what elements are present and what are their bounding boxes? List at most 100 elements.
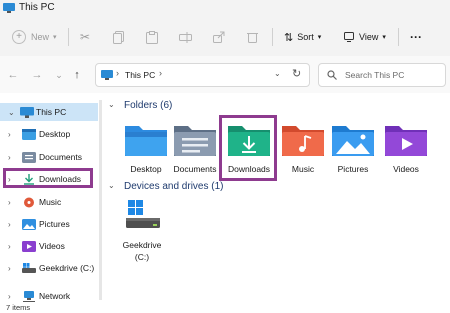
cut-button[interactable]: ✂ (80, 28, 90, 46)
breadcrumb-separator-icon: › (116, 68, 119, 78)
documents-icon (22, 151, 36, 163)
navigation-pane: ⌄ This PC › Desktop › Documents › Downlo… (0, 93, 103, 303)
folder-videos[interactable]: Videos (383, 122, 429, 182)
paste-icon (146, 30, 158, 44)
view-icon (344, 32, 354, 42)
sidebar-item-label: Geekdrive (C:) (39, 263, 95, 273)
chevron-down-icon: ⌄ (55, 69, 63, 80)
search-placeholder: Search This PC (345, 70, 405, 80)
sort-label: Sort (297, 32, 314, 42)
chevron-right-icon[interactable]: › (8, 292, 11, 301)
sidebar-scrollbar[interactable] (99, 100, 102, 300)
sidebar-item-downloads[interactable]: › Downloads (0, 170, 98, 188)
arrow-right-icon: → (31, 69, 43, 81)
divider (398, 28, 399, 46)
new-button[interactable]: + New ▾ (12, 28, 57, 46)
window-title: This PC (19, 2, 55, 13)
sort-button[interactable]: ⇅ Sort ▾ (284, 28, 321, 46)
trash-icon (247, 33, 258, 43)
address-bar[interactable]: › This PC › ⌄ ↻ (95, 63, 310, 87)
chevron-right-icon[interactable]: › (8, 153, 11, 162)
chevron-down-icon[interactable]: ⌄ (108, 181, 115, 190)
chevron-right-icon[interactable]: › (8, 264, 11, 273)
drive-geekdrive[interactable]: Geekdrive (C:) (122, 196, 166, 262)
sidebar-item-videos[interactable]: › Videos (0, 237, 98, 255)
up-button[interactable]: ↑ (70, 68, 84, 82)
chevron-down-icon[interactable]: ⌄ (8, 108, 15, 117)
folders-section-header[interactable]: Folders (6) (124, 100, 172, 111)
search-box[interactable]: Search This PC (318, 63, 446, 87)
items-count: 7 items (6, 303, 31, 312)
sidebar-item-this-pc[interactable]: ⌄ This PC (0, 103, 98, 121)
view-label: View (359, 32, 379, 42)
view-button[interactable]: View ▾ (344, 28, 386, 46)
title-bar: This PC (0, 0, 450, 18)
arrow-up-icon: ↑ (74, 69, 80, 81)
share-button[interactable] (213, 28, 225, 46)
monitor-icon (3, 3, 15, 13)
sidebar-item-geekdrive[interactable]: › Geekdrive (C:) (0, 259, 98, 277)
divider (68, 28, 69, 46)
music-icon (24, 197, 34, 207)
folder-label: Videos (393, 164, 419, 174)
paste-button[interactable] (146, 28, 158, 46)
folder-downloads[interactable]: Downloads (226, 122, 272, 182)
chevron-right-icon[interactable]: › (8, 198, 11, 207)
share-icon (213, 31, 225, 43)
status-bar: 7 items (0, 303, 450, 313)
more-options-button[interactable]: ··· (410, 28, 422, 46)
folder-documents[interactable]: Documents (172, 122, 218, 182)
music-folder-icon (282, 126, 324, 156)
divider (272, 28, 273, 46)
sidebar-item-music[interactable]: › Music (0, 193, 98, 211)
sidebar-item-label: This PC (36, 107, 67, 117)
pictures-folder-icon (332, 126, 374, 156)
delete-button[interactable] (247, 28, 258, 46)
copy-button[interactable] (113, 28, 124, 46)
drive-icon (126, 200, 160, 228)
chevron-right-icon[interactable]: › (8, 242, 11, 251)
more-icon: ··· (410, 30, 422, 44)
chevron-down-icon: ▾ (317, 34, 322, 41)
sidebar-item-label: Documents (39, 152, 82, 162)
folder-pictures[interactable]: Pictures (330, 122, 376, 182)
downloads-folder-icon (228, 126, 270, 156)
desktop-folder-icon (125, 126, 167, 156)
breadcrumb[interactable]: This PC (125, 70, 155, 80)
drive-label: Geekdrive (C:) (122, 240, 162, 262)
monitor-icon (20, 106, 34, 118)
sidebar-item-label: Pictures (39, 219, 70, 229)
sidebar-item-label: Network (39, 291, 71, 301)
scissors-icon: ✂ (80, 30, 91, 44)
sort-icon: ⇅ (284, 31, 294, 44)
sidebar-item-label: Desktop (39, 129, 71, 139)
forward-button[interactable]: → (30, 68, 44, 82)
desktop-icon (22, 128, 36, 140)
back-button[interactable]: ← (6, 68, 20, 82)
refresh-icon[interactable]: ↻ (292, 67, 301, 80)
chevron-down-icon[interactable]: ⌄ (108, 100, 115, 109)
chevron-right-icon[interactable]: › (8, 175, 11, 184)
sidebar-item-label: Music (39, 197, 62, 207)
videos-icon (22, 240, 36, 252)
sidebar-item-label: Videos (39, 241, 65, 251)
breadcrumb-chevron-icon[interactable]: › (159, 68, 162, 78)
sidebar-item-desktop[interactable]: › Desktop (0, 125, 98, 143)
sidebar-item-pictures[interactable]: › Pictures (0, 215, 98, 233)
sidebar-item-documents[interactable]: › Documents (0, 148, 98, 166)
network-icon (23, 290, 35, 302)
rename-icon (179, 31, 192, 43)
plus-icon: + (12, 30, 26, 44)
search-icon (327, 70, 337, 80)
recent-locations-button[interactable]: ⌄ (52, 68, 66, 82)
arrow-left-icon: ← (7, 69, 19, 81)
chevron-right-icon[interactable]: › (8, 130, 11, 139)
chevron-right-icon[interactable]: › (8, 220, 11, 229)
drive-icon (22, 262, 36, 273)
rename-button[interactable] (179, 28, 192, 46)
devices-section-header[interactable]: Devices and drives (1) (124, 181, 223, 192)
sidebar-item-label: Downloads (39, 174, 82, 184)
address-row: ← → ⌄ ↑ › This PC › ⌄ ↻ Search This PC (0, 56, 450, 93)
download-icon (24, 173, 34, 185)
address-dropdown-icon[interactable]: ⌄ (274, 69, 281, 78)
